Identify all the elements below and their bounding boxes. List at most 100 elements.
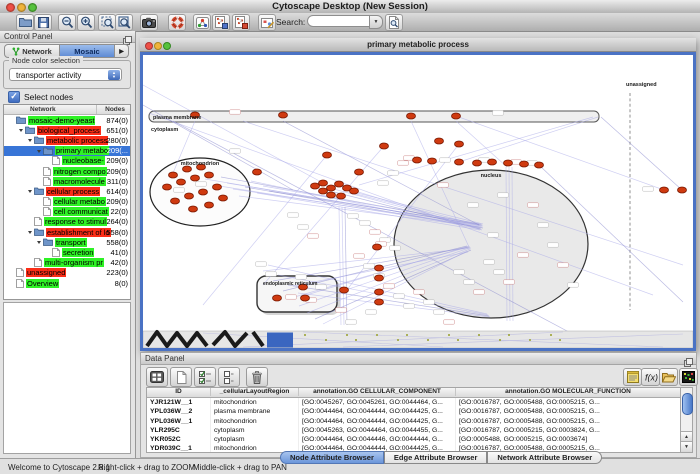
graph-node[interactable] xyxy=(350,188,359,194)
graph-node[interactable] xyxy=(191,175,200,181)
graph-node[interactable] xyxy=(319,188,328,194)
graph-node[interactable] xyxy=(380,143,389,149)
table-scrollbar[interactable]: ▲ ▼ xyxy=(680,387,693,453)
zoom-fit-button[interactable] xyxy=(115,14,133,31)
graph-node[interactable] xyxy=(455,159,464,165)
graph-node[interactable] xyxy=(504,160,513,166)
annotation-button[interactable] xyxy=(258,14,276,31)
nested-network-button[interactable] xyxy=(212,14,230,31)
tree-item-secretion[interactable]: secretion41(0) xyxy=(4,247,130,257)
tab-edge-attribute-browser[interactable]: Edge Attribute Browser xyxy=(384,451,487,464)
tree-item-biological-process[interactable]: biological_process651(0) xyxy=(4,125,130,135)
function-builder-button[interactable]: f(x) xyxy=(641,368,660,386)
open-file-button[interactable] xyxy=(16,14,34,31)
graph-node[interactable] xyxy=(253,169,262,175)
zoom-out-button[interactable] xyxy=(58,14,76,31)
graph-node[interactable] xyxy=(199,189,208,195)
node-color-select[interactable]: transporter activity ▲▼ xyxy=(9,68,122,81)
save-button[interactable] xyxy=(34,14,52,31)
graph-node[interactable] xyxy=(535,162,544,168)
tree-item-establishment-of-lo[interactable]: establishment of lo558(0) xyxy=(4,227,130,237)
attribute-table[interactable]: ID_cellularLayoutRegionannotation.GO CEL… xyxy=(146,387,682,453)
graph-node[interactable] xyxy=(373,244,382,250)
graph-edge[interactable] xyxy=(601,117,682,190)
graph-node[interactable] xyxy=(311,183,320,189)
graph-node[interactable] xyxy=(678,187,687,193)
graph-node[interactable] xyxy=(219,195,228,201)
scroll-down-button[interactable]: ▼ xyxy=(681,441,692,452)
unselect-all-attributes-button[interactable] xyxy=(218,367,240,387)
graph-node[interactable] xyxy=(205,202,214,208)
tab-overflow-button[interactable]: ▶ xyxy=(115,44,129,58)
tree-item-overview[interactable]: Overview8(0) xyxy=(4,278,130,288)
graph-node[interactable] xyxy=(169,172,178,178)
graph-node[interactable] xyxy=(335,181,344,187)
tab-node-attribute-browser[interactable]: Node Attribute Browser xyxy=(280,451,384,464)
column-header-id[interactable]: ID xyxy=(147,388,211,396)
table-row-YKR052C[interactable]: YKR052Ccytoplasm[GO:0044464, GO:0044446,… xyxy=(147,435,681,444)
nested-network-alt-button[interactable] xyxy=(232,14,250,31)
graph-node[interactable] xyxy=(407,113,416,119)
graph-node[interactable] xyxy=(375,265,384,271)
graph-node[interactable] xyxy=(355,169,364,175)
graph-edge[interactable] xyxy=(345,207,347,325)
tree-item-cellular-process[interactable]: cellular process614(0) xyxy=(4,186,130,196)
tree-item-unassigned[interactable]: unassigned223(0) xyxy=(4,268,130,278)
tree-item-cell-communicat[interactable]: cell communicat22(0) xyxy=(4,207,130,217)
snapshot-button[interactable] xyxy=(140,14,158,31)
graph-node[interactable] xyxy=(323,152,332,158)
vizmapper-button[interactable] xyxy=(193,14,211,31)
tree-item-response-to-stimul[interactable]: response to stimul264(0) xyxy=(4,217,130,227)
delete-attribute-button[interactable] xyxy=(246,367,268,387)
network-window-titlebar[interactable]: primary metabolic process xyxy=(140,38,696,52)
tree-expander-icon[interactable] xyxy=(35,147,43,155)
graph-node[interactable] xyxy=(177,179,186,185)
graph-node[interactable] xyxy=(455,141,464,147)
graph-node[interactable] xyxy=(273,295,282,301)
graph-node[interactable] xyxy=(520,161,529,167)
import-attributes-button[interactable] xyxy=(659,368,678,386)
graph-node[interactable] xyxy=(171,198,180,204)
graph-node[interactable] xyxy=(301,295,310,301)
graph-edge[interactable] xyxy=(459,117,598,162)
graph-node[interactable] xyxy=(413,157,422,163)
tree-item-metabolic-process[interactable]: metabolic process280(0) xyxy=(4,135,130,145)
search-input[interactable] xyxy=(307,15,371,27)
column-header-region[interactable]: _cellularLayoutRegion xyxy=(211,388,299,396)
table-row-YJR121W__1[interactable]: YJR121W__1mitochondrion[GO:0045267, GO:0… xyxy=(147,398,681,407)
tree-item-macromolecule[interactable]: macromolecule311(0) xyxy=(4,176,130,186)
zoom-selected-button[interactable] xyxy=(98,14,116,31)
graph-node[interactable] xyxy=(428,158,437,164)
graph-node[interactable] xyxy=(473,160,482,166)
tree-expander-icon[interactable] xyxy=(26,136,34,144)
graph-node[interactable] xyxy=(319,180,328,186)
tree-item-cellular-metabo[interactable]: cellular metabo209(0) xyxy=(4,197,130,207)
select-nodes-checkbox[interactable]: ✓ xyxy=(8,91,20,103)
network-canvas[interactable]: plasma membrane cytoplasm mitochondrion … xyxy=(140,52,696,351)
graph-node[interactable] xyxy=(660,187,669,193)
table-row-YPL036W__2[interactable]: YPL036W__2plasma membrane[GO:0044464, GO… xyxy=(147,407,681,416)
tree-item-mosaic-demo-yeast[interactable]: mosaic-demo-yeast874(0) xyxy=(4,115,130,125)
table-row-YPL036W__1[interactable]: YPL036W__1mitochondrion[GO:0044464, GO:0… xyxy=(147,417,681,426)
help-button[interactable] xyxy=(168,14,186,31)
graph-node[interactable] xyxy=(375,289,384,295)
attribute-editor-button[interactable] xyxy=(623,368,642,386)
create-attribute-button[interactable] xyxy=(170,367,192,387)
graph-node[interactable] xyxy=(375,275,384,281)
select-attributes-button[interactable] xyxy=(146,367,168,387)
search-document-button[interactable] xyxy=(385,14,403,31)
zoom-in-button[interactable] xyxy=(77,14,95,31)
graph-node[interactable] xyxy=(340,287,349,293)
graph-node[interactable] xyxy=(452,113,461,119)
select-all-attributes-button[interactable] xyxy=(194,367,216,387)
graph-node[interactable] xyxy=(189,206,198,212)
graph-node[interactable] xyxy=(488,159,497,165)
graph-node[interactable] xyxy=(213,184,222,190)
graph-node[interactable] xyxy=(337,193,346,199)
graph-node[interactable] xyxy=(205,172,214,178)
graph-node[interactable] xyxy=(435,138,444,144)
tab-network-attribute-browser[interactable]: Network Attribute Browser xyxy=(487,451,602,464)
matrix-view-button[interactable] xyxy=(679,368,698,386)
tree-expander-icon[interactable] xyxy=(17,126,25,134)
graph-node[interactable] xyxy=(279,112,288,118)
